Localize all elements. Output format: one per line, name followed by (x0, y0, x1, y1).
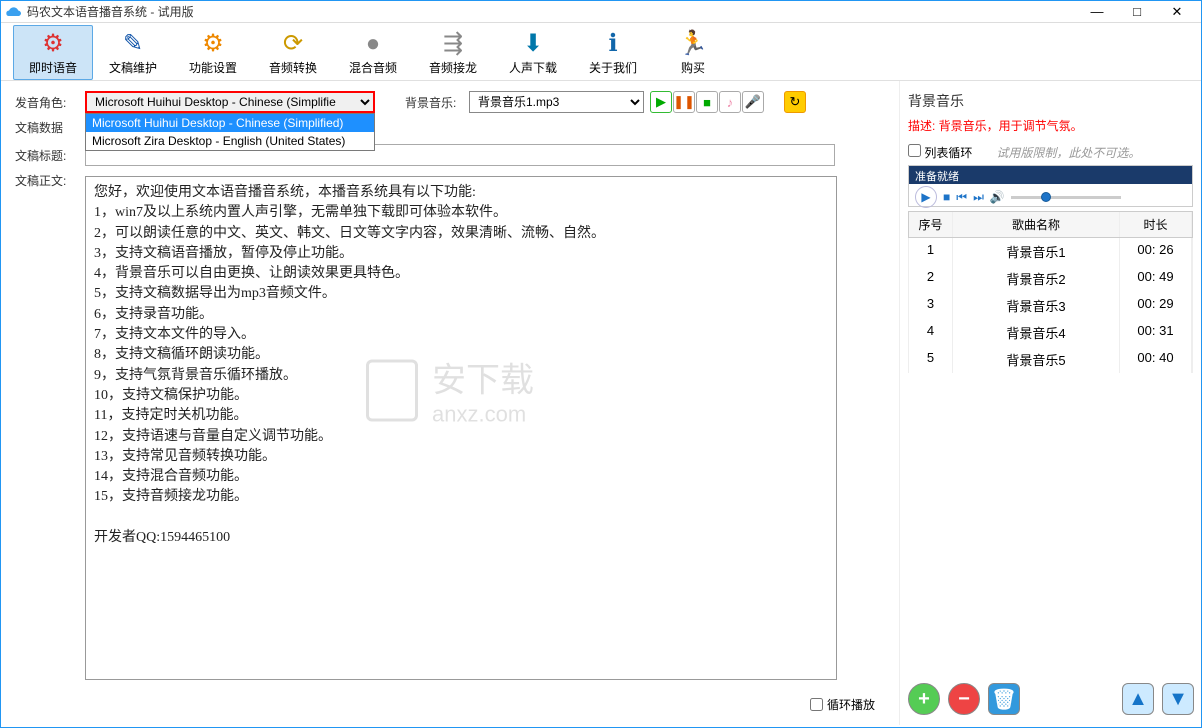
player-volume-icon[interactable]: 🔊 (990, 190, 1005, 204)
move-up-icon[interactable]: ▲ (1122, 683, 1154, 715)
bgm-select[interactable]: 背景音乐1.mp3 (469, 91, 644, 113)
app-logo-icon (5, 4, 21, 20)
player-prev-icon[interactable]: ⏮ (956, 190, 967, 205)
table-row[interactable]: 3背景音乐300: 29 (908, 292, 1193, 319)
play-icon[interactable]: ▶ (650, 91, 672, 113)
remove-icon[interactable]: − (948, 683, 980, 715)
voice-option-2[interactable]: Microsoft Zira Desktop - English (United… (86, 132, 374, 150)
mic-icon[interactable]: 🎤 (742, 91, 764, 113)
voice-option-1[interactable]: Microsoft Huihui Desktop - Chinese (Simp… (86, 114, 374, 132)
pause-icon[interactable]: ❚❚ (673, 91, 695, 113)
bgm-panel-desc: 描述: 背景音乐，用于调节气氛。 (908, 117, 1193, 134)
player-status: 准备就绪 (909, 166, 1192, 184)
voice-role-dropdown[interactable]: Microsoft Huihui Desktop - Chinese (Simp… (85, 113, 375, 151)
table-row[interactable]: 2背景音乐200: 49 (908, 265, 1193, 292)
minimize-button[interactable]: — (1077, 2, 1117, 22)
toolbar-功能设置[interactable]: ⚙功能设置 (173, 25, 253, 80)
title-bar: 码农文本语音播音系统 - 试用版 — □ ✕ (1, 1, 1201, 23)
left-panel: 发音角色: Microsoft Huihui Desktop - Chinese… (1, 81, 899, 725)
volume-slider[interactable] (1011, 196, 1121, 199)
bgm-table-body: 1背景音乐100: 262背景音乐200: 493背景音乐300: 294背景音… (908, 238, 1193, 373)
window-title: 码农文本语音播音系统 - 试用版 (27, 3, 1077, 20)
toolbar-音频转换[interactable]: ⟳音频转换 (253, 25, 333, 80)
toolbar-混合音频[interactable]: ●混合音频 (333, 25, 413, 80)
stop-icon[interactable]: ■ (696, 91, 718, 113)
loop-playback-checkbox[interactable]: 循环播放 (810, 696, 875, 713)
toolbar-人声下载[interactable]: ⬇人声下载 (493, 25, 573, 80)
doc-title-label: 文稿标题: (15, 147, 85, 164)
folder-icon[interactable]: 🗑 (988, 683, 1020, 715)
music-icon[interactable]: ♪ (719, 91, 741, 113)
voice-role-select[interactable]: Microsoft Huihui Desktop - Chinese (Simp… (85, 91, 375, 113)
move-down-icon[interactable]: ▼ (1162, 683, 1194, 715)
add-icon[interactable]: + (908, 683, 940, 715)
mini-player: 准备就绪 ▶ ■ ⏮ ⏭ 🔊 (908, 165, 1193, 207)
toolbar-文稿维护[interactable]: ✎文稿维护 (93, 25, 173, 80)
toolbar-音频接龙[interactable]: ⇶音频接龙 (413, 25, 493, 80)
right-panel: 背景音乐 描述: 背景音乐，用于调节气氛。 列表循环 试用版限制，此处不可选。 … (899, 81, 1201, 725)
bgm-panel-title: 背景音乐 (908, 91, 1193, 111)
player-next-icon[interactable]: ⏭ (973, 190, 984, 205)
bgm-table-header: 序号 歌曲名称 时长 (908, 211, 1193, 238)
table-row[interactable]: 1背景音乐100: 26 (908, 238, 1193, 265)
toolbar-购买[interactable]: 🏃购买 (653, 25, 733, 80)
maximize-button[interactable]: □ (1117, 2, 1157, 22)
player-play-icon[interactable]: ▶ (915, 186, 937, 208)
doc-body-label: 文稿正文: (15, 172, 85, 680)
player-stop-icon[interactable]: ■ (943, 190, 950, 204)
refresh-icon[interactable]: ↻ (784, 91, 806, 113)
toolbar-关于我们[interactable]: ℹ关于我们 (573, 25, 653, 80)
voice-role-label: 发音角色: (15, 94, 85, 111)
table-row[interactable]: 5背景音乐500: 40 (908, 346, 1193, 373)
doc-body-textarea[interactable] (85, 176, 837, 680)
list-loop-checkbox[interactable]: 列表循环 (908, 144, 972, 161)
close-button[interactable]: ✕ (1157, 2, 1197, 22)
trial-limit-text: 试用版限制，此处不可选。 (996, 144, 1140, 161)
table-row[interactable]: 4背景音乐400: 31 (908, 319, 1193, 346)
bgm-label: 背景音乐: (405, 94, 469, 111)
main-toolbar: ⚙即时语音✎文稿维护⚙功能设置⟳音频转换●混合音频⇶音频接龙⬇人声下载ℹ关于我们… (1, 23, 1201, 81)
toolbar-即时语音[interactable]: ⚙即时语音 (13, 25, 93, 80)
